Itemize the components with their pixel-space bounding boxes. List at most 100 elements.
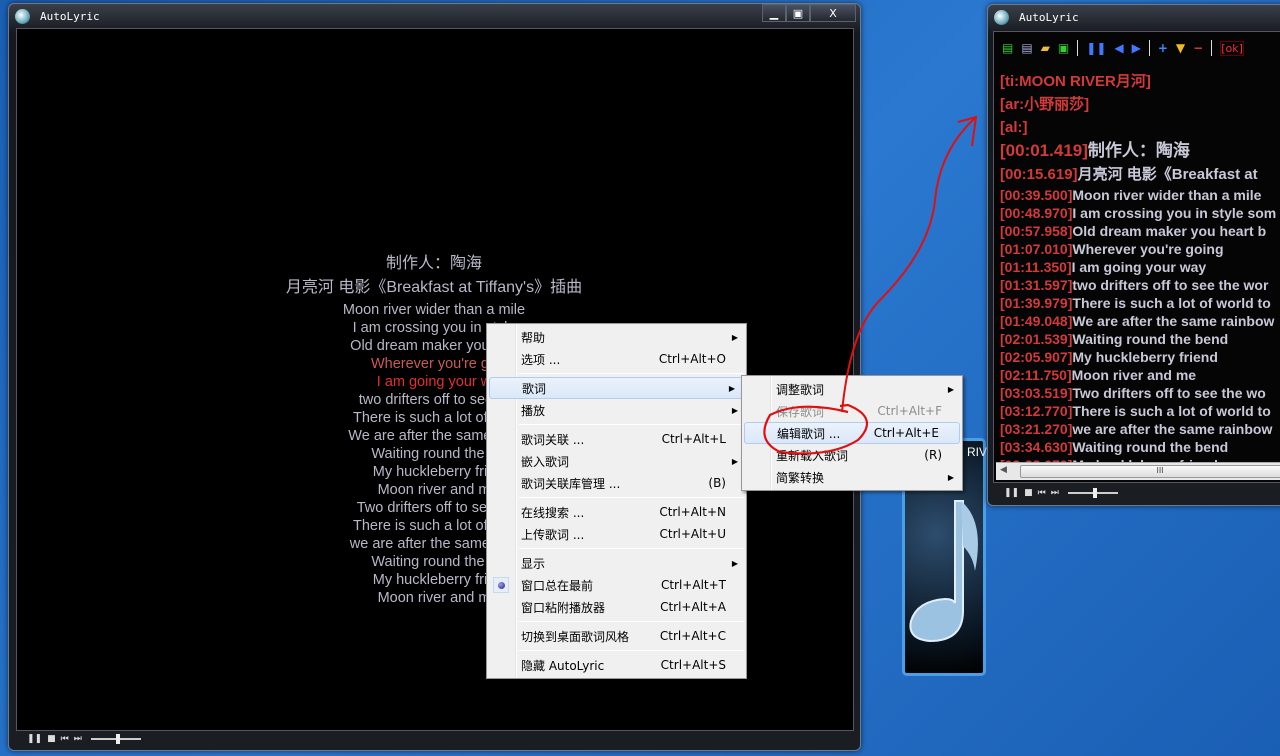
prev-button[interactable]: ⏮ (61, 734, 69, 744)
music-note-icon (909, 500, 978, 643)
menu-item[interactable]: 歌词关联库管理 ... (B) (487, 472, 746, 494)
minimize-button[interactable]: ▁ (762, 4, 786, 22)
menu-item-label: 重新载入歌词 (776, 448, 849, 463)
menu-item[interactable]: 歌词 ▶ (489, 377, 744, 399)
down-triangle-icon[interactable]: ▼ (1176, 41, 1185, 55)
menu-item[interactable]: 切换到桌面歌词风格 Ctrl+Alt+C (487, 625, 746, 647)
stop-button[interactable]: ■ (47, 734, 56, 744)
menu-item[interactable]: 嵌入歌词 ▶ (487, 450, 746, 472)
open-folder-icon[interactable]: ▰ (1041, 41, 1050, 55)
lyric-edit-line[interactable]: [03:34.630]Waiting round the bend (1000, 438, 1276, 456)
timestamp: [03:03.519] (1000, 385, 1073, 401)
lyric-text: There is such a lot of world to (1072, 295, 1271, 311)
save-icon[interactable]: ▣ (1058, 41, 1069, 55)
menu-separator (519, 650, 744, 651)
menu-item[interactable]: 窗口总在最前 Ctrl+Alt+T (487, 574, 746, 596)
lyric-edit-line[interactable]: [00:57.958]Old dream maker you heart b (1000, 222, 1276, 240)
step-forward-icon[interactable]: ▶ (1132, 41, 1141, 55)
menu-separator (519, 548, 744, 549)
scroll-left-arrow[interactable]: ◀ (1000, 465, 1007, 475)
step-back-icon[interactable]: ◀ (1114, 41, 1123, 55)
submenu-arrow-icon: ▶ (731, 405, 738, 415)
menu-item[interactable]: 重新载入歌词 (R) (742, 444, 962, 466)
menu-item[interactable]: 隐藏 AutoLyric Ctrl+Alt+S (487, 654, 746, 676)
lyric-edit-line[interactable]: [03:03.519]Two drifters off to see the w… (1000, 384, 1276, 402)
lyric-edit-line[interactable]: [02:01.539]Waiting round the bend (1000, 330, 1276, 348)
timestamp: [00:39.500] (1000, 187, 1073, 203)
next-button[interactable]: ⏭ (1051, 488, 1059, 498)
menu-item[interactable]: 在线搜索 ... Ctrl+Alt+N (487, 501, 746, 523)
lyric-edit-line[interactable]: [03:12.770]There is such a lot of world … (1000, 402, 1276, 420)
menu-item[interactable]: 播放 ▶ (487, 399, 746, 421)
ok-button[interactable]: [ok] (1220, 40, 1244, 56)
editor-title-bar[interactable]: AutoLyric (988, 5, 1280, 29)
menu-item-label: 窗口总在最前 (521, 578, 594, 593)
lyric-edit-line[interactable]: [00:39.500]Moon river wider than a mile (1000, 186, 1276, 204)
next-button[interactable]: ⏭ (74, 734, 82, 744)
menu-item[interactable]: 选项 ... Ctrl+Alt+O (487, 348, 746, 370)
lyric-edit-line[interactable]: [00:48.970]I am crossing you in style so… (1000, 204, 1276, 222)
lyric-edit-line[interactable]: [00:01.419]制作人：陶海 (1000, 139, 1276, 163)
timestamp: [00:15.619] (1000, 166, 1078, 183)
lyric-edit-line[interactable]: [01:31.597]two drifters off to see the w… (1000, 276, 1276, 294)
pause-button[interactable]: ❚❚ (1004, 488, 1019, 498)
lyric-text: I am going your way (1071, 259, 1207, 275)
minus-icon[interactable]: − (1193, 41, 1203, 55)
menu-item[interactable]: 帮助 ▶ (487, 326, 746, 348)
lyric-text: Two drifters off to see the wo (1072, 385, 1266, 401)
menu-item-label: 简繁转换 (776, 470, 825, 485)
stop-button[interactable]: ■ (1024, 488, 1033, 498)
menu-shortcut: (B) (708, 476, 726, 490)
tag-line[interactable]: [al:] (1000, 116, 1276, 139)
prev-button[interactable]: ⏮ (1038, 488, 1046, 498)
menu-item[interactable]: 窗口粘附播放器 Ctrl+Alt+A (487, 596, 746, 618)
lyric-text: Old dream maker you heart b (1072, 223, 1267, 239)
menu-separator (519, 373, 744, 374)
menu-item[interactable]: 显示 ▶ (487, 552, 746, 574)
menu-item[interactable]: 上传歌词 ... Ctrl+Alt+U (487, 523, 746, 545)
lyric-edit-line[interactable]: [02:11.750]Moon river and me (1000, 366, 1276, 384)
menu-shortcut: Ctrl+Alt+U (659, 527, 727, 541)
title-bar[interactable]: AutoLyric (9, 4, 860, 28)
submenu-arrow-icon: ▶ (731, 558, 738, 568)
new-icon[interactable]: ▤ (1002, 41, 1013, 55)
menu-item[interactable]: 编辑歌词 ... Ctrl+Alt+E (744, 422, 960, 444)
lyrics-submenu: 调整歌词 ▶ 保存歌词 Ctrl+Alt+F 编辑歌词 ... Ctrl+Alt+E 重新载… (741, 375, 963, 491)
menu-shortcut: Ctrl+Alt+F (877, 404, 942, 418)
tag-line[interactable]: [ti:MOON RIVER月河] (1000, 70, 1276, 93)
submenu-arrow-icon: ▶ (731, 456, 738, 466)
menu-item[interactable]: 简繁转换 ▶ (742, 466, 962, 488)
radio-check-icon (493, 577, 509, 593)
editor-area[interactable]: ▤ ▤ ▰ ▣ ❚❚ ◀ ▶ + ▼ − [ok] [ti:MOON RIVER月河] [ar:小野丽… (993, 31, 1280, 483)
lyric-edit-line[interactable]: [01:49.048]We are after the same rainbow (1000, 312, 1276, 330)
pause-icon[interactable]: ❚❚ (1086, 41, 1106, 55)
plus-icon[interactable]: + (1158, 41, 1168, 55)
annotation-arrow (841, 117, 976, 413)
menu-item-label: 歌词关联库管理 ... (521, 476, 621, 491)
lyric-edit-line[interactable]: [00:15.619]月亮河 电影《Breakfast at (1000, 163, 1276, 186)
media-player-title: RIV (967, 445, 988, 459)
app-icon (15, 8, 30, 24)
close-button[interactable]: X (810, 4, 856, 22)
submenu-arrow-icon: ▶ (947, 384, 954, 394)
menu-separator (519, 621, 744, 622)
lyric-edit-line[interactable]: [01:07.010]Wherever you're going (1000, 240, 1276, 258)
lyric-edit-line[interactable]: [02:05.907]My huckleberry friend (1000, 348, 1276, 366)
volume-slider[interactable] (1067, 488, 1118, 498)
volume-slider[interactable] (90, 734, 141, 744)
restore-button[interactable]: ▣ (786, 4, 810, 22)
lyric-edit-line[interactable]: [01:39.979]There is such a lot of world … (1000, 294, 1276, 312)
lyric-edit-line[interactable]: [01:11.350]I am going your way (1000, 258, 1276, 276)
horizontal-scrollbar[interactable]: ◀ III (996, 462, 1280, 480)
list-icon[interactable]: ▤ (1021, 41, 1032, 55)
lyric-edit-line[interactable]: [03:21.270]we are after the same rainbow (1000, 420, 1276, 438)
lyric-text: Moon river and me (1071, 367, 1197, 383)
lyric-text: I am crossing you in style som (1072, 205, 1277, 221)
pause-button[interactable]: ❚❚ (27, 734, 42, 744)
tag-line[interactable]: [ar:小野丽莎] (1000, 93, 1276, 116)
menu-item[interactable]: 歌词关联 ... Ctrl+Alt+L (487, 428, 746, 450)
scroll-thumb[interactable]: III (1020, 465, 1280, 478)
menu-item[interactable]: 调整歌词 ▶ (742, 378, 962, 400)
lyric-text: 月亮河 电影《Breakfast at (1077, 166, 1258, 183)
menu-shortcut: Ctrl+Alt+O (658, 352, 726, 366)
